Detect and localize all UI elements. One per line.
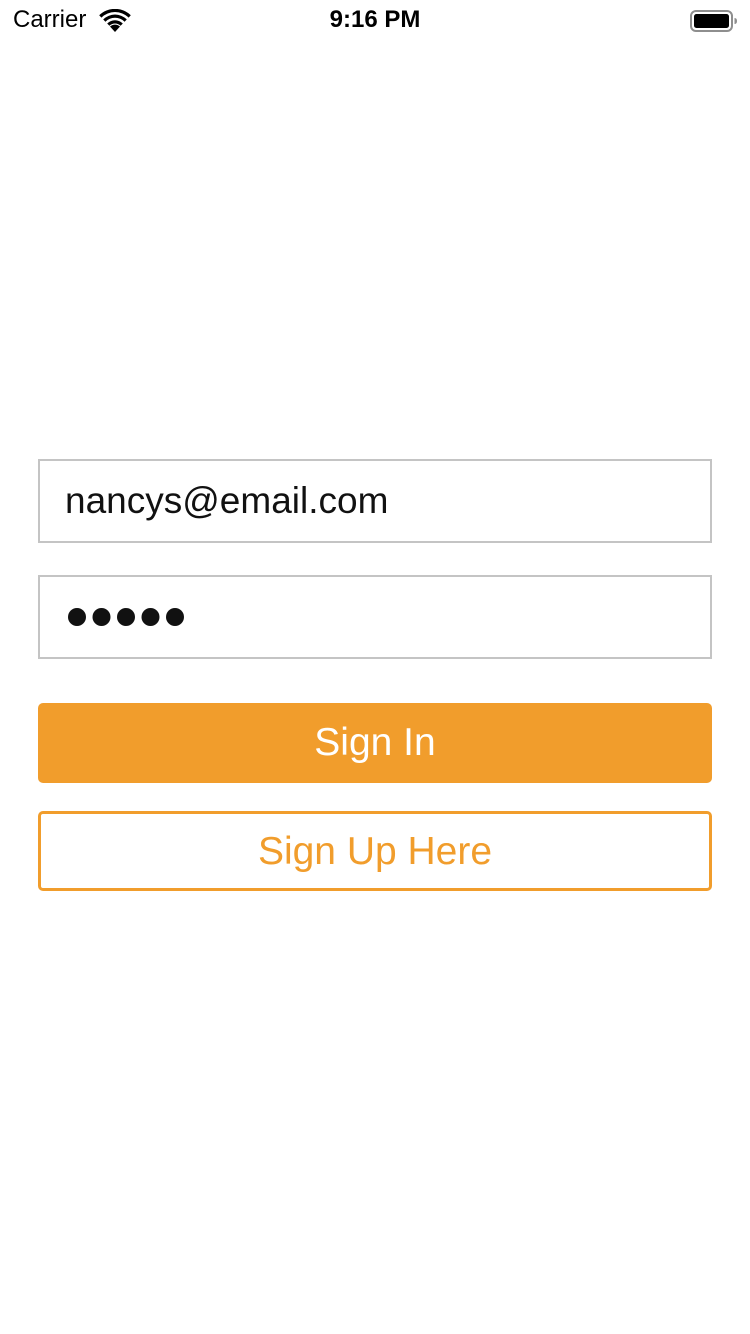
status-bar: Carrier 9:16 PM: [0, 0, 750, 40]
email-field[interactable]: nancys@email.com: [38, 459, 712, 543]
password-field[interactable]: •••••: [38, 575, 712, 659]
status-time: 9:16 PM: [329, 6, 421, 33]
email-field-value: nancys@email.com: [65, 480, 389, 521]
password-dot: [68, 608, 86, 626]
sign-in-button[interactable]: Sign In: [38, 703, 712, 783]
battery-icon: [690, 10, 737, 32]
sign-up-button[interactable]: Sign Up Here: [38, 811, 712, 891]
password-dot: [141, 608, 160, 626]
password-dot: [92, 608, 111, 626]
password-masked-value: •••••: [68, 608, 184, 626]
password-dot: [117, 608, 135, 626]
password-dot: [166, 608, 184, 626]
